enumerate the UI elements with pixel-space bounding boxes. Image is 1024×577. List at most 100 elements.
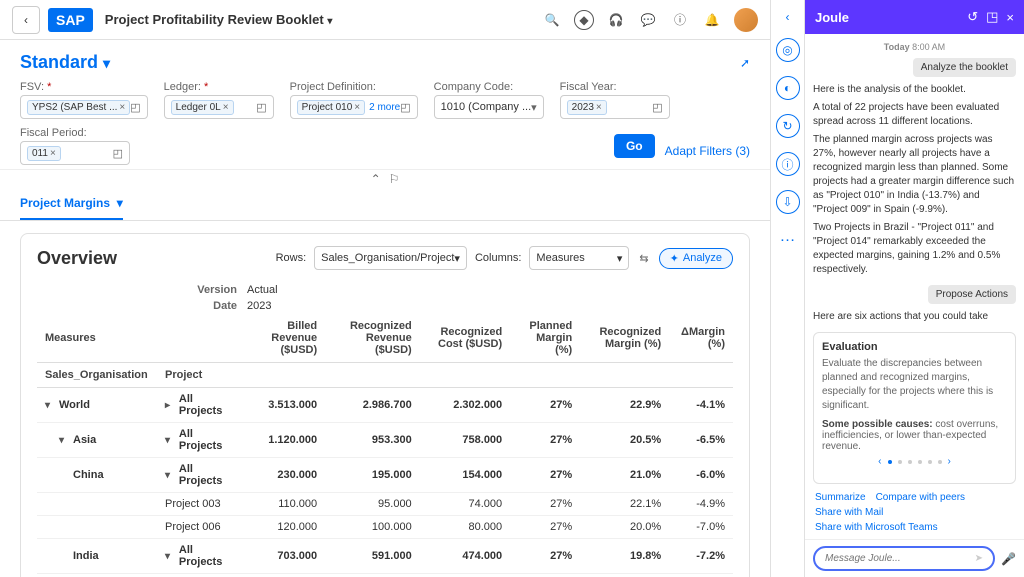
bell-icon[interactable]: 🔔 [702,10,722,30]
side-rail: ‹ ◎ ◐ ↻ ⓘ ⇩ … [770,0,804,577]
adapt-filters-link[interactable]: Adapt Filters (3) [665,144,750,158]
chevron-down-icon[interactable]: ▾ [454,252,460,265]
column-header[interactable]: Planned Margin (%) [510,314,580,363]
chevron-down-icon[interactable]: ▾ [531,101,537,114]
action-links: Summarize Compare with peers Share with Ma… [813,492,1016,539]
pin-icon[interactable]: ⚐ [389,172,400,186]
org-label: India [73,550,99,562]
table-row: India▾All Projects703.000591.000474.0002… [37,539,733,574]
pager-dot[interactable] [908,460,912,464]
action-link[interactable]: Compare with peers [876,492,965,503]
cell-value: 758.000 [420,423,510,458]
cell-value: -6.0% [669,458,733,493]
chevron-down-icon[interactable]: ▾ [165,435,175,446]
action-link[interactable]: Share with Microsoft Teams [815,522,938,533]
headset-icon[interactable]: 🎧 [606,10,626,30]
help-icon[interactable]: ⓘ [670,10,690,30]
analyze-button[interactable]: ✦Analyze [659,248,733,269]
chat-icon[interactable]: 💬 [638,10,658,30]
fsv-input[interactable]: YPS2 (SAP Best ... × ◰ [20,95,148,119]
cell-value: 120.000 [247,516,325,539]
idea-icon[interactable]: ◆ [574,10,594,30]
project-label: Project 006 [165,521,221,533]
rows-select[interactable]: Sales_Organisation/Project▾ [314,246,467,270]
cell-value: 74.000 [420,493,510,516]
joule-input[interactable]: ➤ [813,546,995,571]
close-icon[interactable]: × [354,102,360,113]
pager-dot[interactable] [888,460,892,464]
fiscalperiod-input[interactable]: 011 × ◰ [20,141,130,165]
close-icon[interactable]: × [596,102,602,113]
cell-value: 20.2% [580,574,669,577]
refresh-icon[interactable]: ↺ [967,9,978,25]
chevron-down-icon[interactable]: ▾ [59,435,69,446]
chevron-down-icon[interactable]: ▾ [165,551,175,562]
version-label: Version [37,284,247,296]
rail-refresh-icon[interactable]: ↻ [776,114,800,138]
send-icon[interactable]: ➤ [975,553,983,564]
cell-value: 2.302.000 [420,388,510,423]
column-header[interactable]: Recognized Revenue ($USD) [325,314,420,363]
pager-dot[interactable] [938,460,942,464]
valuehelp-icon[interactable]: ◰ [652,101,662,114]
chevron-right-icon[interactable]: ▸ [165,400,175,411]
valuehelp-icon[interactable]: ◰ [113,147,123,160]
ledger-input[interactable]: Ledger 0L × ◰ [164,95,274,119]
cell-value: -4.9% [669,493,733,516]
rail-db-icon[interactable]: ◐ [776,76,800,100]
filter-bar: FSV: * YPS2 (SAP Best ... × ◰ Ledger: * … [0,73,770,127]
close-icon[interactable]: × [119,102,125,113]
pager-dot[interactable] [928,460,932,464]
page-title[interactable]: Project Profitability Review Booklet ▾ [105,12,333,27]
cell-value: 195.000 [325,458,420,493]
variant-name[interactable]: Standard ▾ [20,52,110,73]
column-header[interactable]: Billed Revenue ($USD) [247,314,325,363]
chevron-down-icon[interactable]: ▾ [45,400,55,411]
action-link[interactable]: Share with Mail [815,507,883,518]
chevron-left-icon[interactable]: ‹ [786,10,790,24]
projectdef-input[interactable]: Project 010 × 2 more ◰ [290,95,418,119]
search-icon[interactable]: 🔍 [542,10,562,30]
fiscalyear-input[interactable]: 2023 × ◰ [560,95,670,119]
swap-icon[interactable]: ⇆ [637,250,650,267]
chevron-down-icon[interactable]: ▾ [617,252,623,265]
valuehelp-icon[interactable]: ◰ [400,101,410,114]
chevron-down-icon[interactable]: ▾ [165,470,175,481]
sap-logo: SAP [48,8,93,32]
pager-dot[interactable] [918,460,922,464]
column-header[interactable]: ΔMargin (%) [669,314,733,363]
valuehelp-icon[interactable]: ◰ [256,101,266,114]
valuehelp-icon[interactable]: ◰ [130,101,140,114]
chevron-down-icon[interactable]: ▾ [117,196,123,210]
close-icon[interactable]: × [50,148,56,159]
more-link[interactable]: 2 more [369,102,400,113]
action-link[interactable]: Summarize [815,492,866,503]
version-value: Actual [247,284,278,296]
more-icon[interactable]: … [780,228,796,246]
go-button[interactable]: Go [614,134,655,158]
cell-value: 20.0% [580,516,669,539]
cols-select[interactable]: Measures▾ [529,246,629,270]
rail-download-icon[interactable]: ⇩ [776,190,800,214]
org-label: China [73,469,104,481]
mic-icon[interactable]: 🎤 [1001,552,1016,566]
tab-project-margins[interactable]: Project Margins ▾ [20,188,123,220]
close-icon[interactable]: × [1006,10,1014,25]
close-icon[interactable]: × [223,102,229,113]
collapse-icon[interactable]: ⌃ [371,172,381,186]
pager-dot[interactable] [898,460,902,464]
chevron-left-icon[interactable]: ‹ [878,456,881,467]
expand-icon[interactable]: ◳ [986,9,998,25]
rail-info-icon[interactable]: ⓘ [776,152,800,176]
joule-text-field[interactable] [825,553,975,564]
rail-target-icon[interactable]: ◎ [776,38,800,62]
column-header[interactable]: Recognized Margin (%) [580,314,669,363]
back-button[interactable]: ‹ [12,6,40,34]
avatar[interactable] [734,8,758,32]
column-header[interactable]: Recognized Cost ($USD) [420,314,510,363]
cell-value: 27% [510,516,580,539]
table-row: China▾All Projects230.000195.000154.0002… [37,458,733,493]
company-input[interactable]: 1010 (Company ... ▾ [434,95,544,119]
chevron-right-icon[interactable]: › [948,456,951,467]
share-icon[interactable]: ➚ [740,56,750,70]
